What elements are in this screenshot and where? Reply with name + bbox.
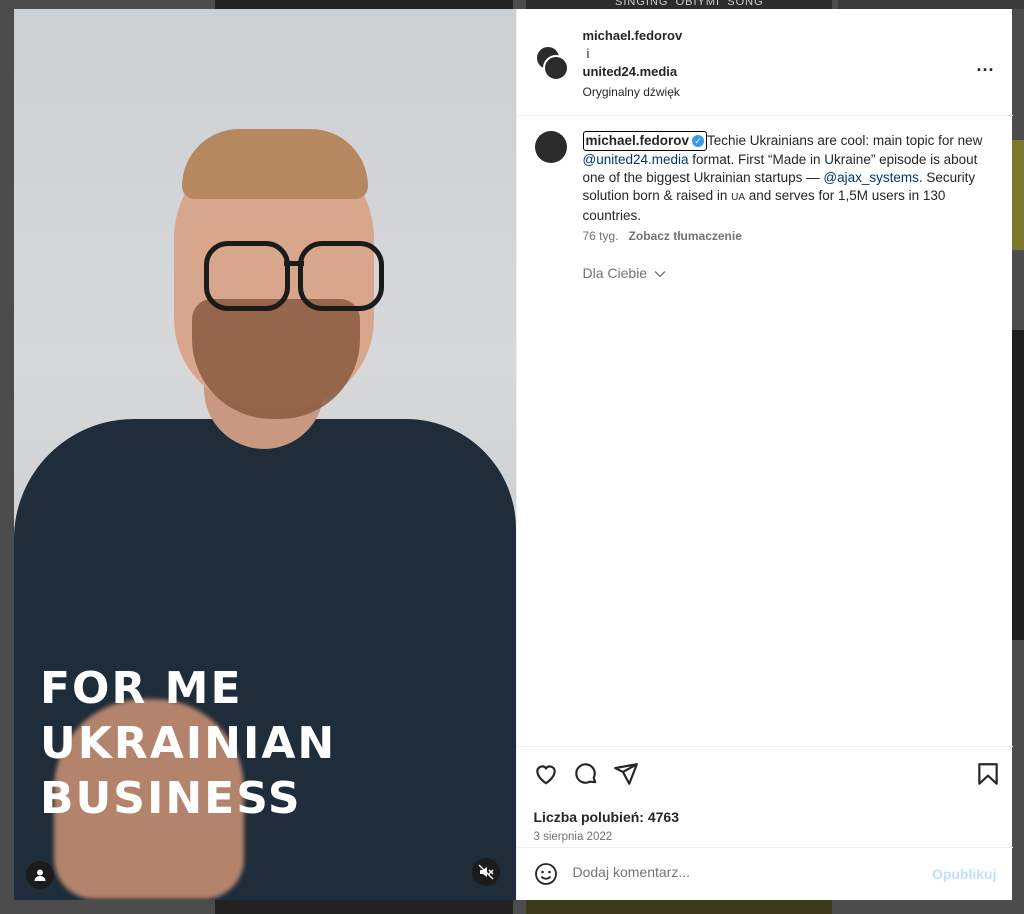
video-glasses-right [298, 241, 384, 311]
for-you-toggle[interactable]: Dla Ciebie [583, 265, 666, 281]
post-details-panel: michael.fedorov i united24.media Orygina… [515, 9, 1013, 901]
caption-flag-text: UA [731, 192, 745, 203]
caption-username-text: michael.fedorov [585, 133, 690, 148]
post-header: michael.fedorov i united24.media Orygina… [516, 9, 1013, 116]
backdrop-tile [215, 900, 513, 914]
more-options-button[interactable]: ... [976, 55, 994, 76]
backdrop-tile [1012, 330, 1024, 640]
overlay-line: UKRAINIAN [40, 718, 337, 769]
author-avatars[interactable] [534, 45, 569, 81]
translate-link[interactable]: Zobacz tłumaczenie [629, 229, 742, 243]
caption-meta: 76 tyg. Zobacz tłumaczenie [583, 229, 742, 243]
audio-link[interactable]: Oryginalny dźwięk [583, 83, 683, 101]
post-authors: michael.fedorov i united24.media Orygina… [583, 27, 683, 101]
video-glasses-bridge [284, 261, 304, 266]
mention-link[interactable]: @united24.media [583, 152, 689, 167]
verified-badge-icon: ✓ [692, 135, 705, 148]
post-actions: Liczba polubień: 4763 3 sierpnia 2022 [516, 746, 1013, 847]
caption-text: michael.fedorov ✓ Techie Ukrainians are co… [582, 131, 995, 225]
likes-count[interactable]: Liczba polubień: 4763 [534, 809, 679, 825]
video-person-hair [182, 129, 368, 199]
mute-button[interactable] [472, 858, 500, 886]
backdrop-caption: SINGING 'OBIYMI' SONG [615, 0, 764, 8]
post-age: 76 tyg. [582, 229, 619, 243]
author-joiner: i [586, 46, 590, 61]
avatar[interactable] [534, 131, 567, 163]
person-icon [34, 869, 46, 881]
post-date: 3 sierpnia 2022 [533, 831, 613, 843]
video-overlay-text: FOR ME UKRAINIAN BUSINESS [40, 661, 336, 826]
backdrop-tile [215, 0, 513, 9]
comment-bar: Opublikuj [516, 847, 1013, 901]
for-you-label: Dla Ciebie [582, 265, 648, 281]
backdrop-tile [526, 900, 832, 914]
chevron-down-icon [654, 271, 666, 278]
backdrop-tile [1012, 140, 1024, 250]
backdrop-tile [838, 0, 1024, 9]
tagged-users-button[interactable] [26, 861, 54, 889]
author-link[interactable]: michael.fedorov [583, 27, 683, 45]
more-horizontal-icon: ... [976, 55, 995, 75]
heart-icon[interactable] [533, 761, 559, 787]
avatar [542, 55, 569, 81]
bookmark-icon[interactable] [975, 761, 1001, 787]
overlay-line: FOR ME [40, 663, 243, 714]
post-modal: FOR ME UKRAINIAN BUSINESS michael.fedoro… [14, 9, 1013, 901]
emoji-icon[interactable] [534, 862, 558, 886]
video-glasses-left [204, 241, 290, 311]
send-icon[interactable] [613, 761, 639, 787]
mention-link[interactable]: @ajax_systems [823, 170, 918, 185]
overlay-line: BUSINESS [40, 773, 302, 824]
speaker-muted-icon [478, 864, 494, 880]
caption-segment: Techie Ukrainians are cool: main topic f… [707, 133, 983, 148]
coauthor-link[interactable]: united24.media [583, 63, 683, 81]
publish-button[interactable]: Opublikuj [932, 866, 997, 882]
comment-icon[interactable] [573, 761, 599, 787]
comment-input[interactable] [572, 864, 913, 880]
reel-video[interactable]: FOR ME UKRAINIAN BUSINESS [14, 9, 516, 900]
caption-username[interactable]: michael.fedorov ✓ [582, 131, 708, 151]
